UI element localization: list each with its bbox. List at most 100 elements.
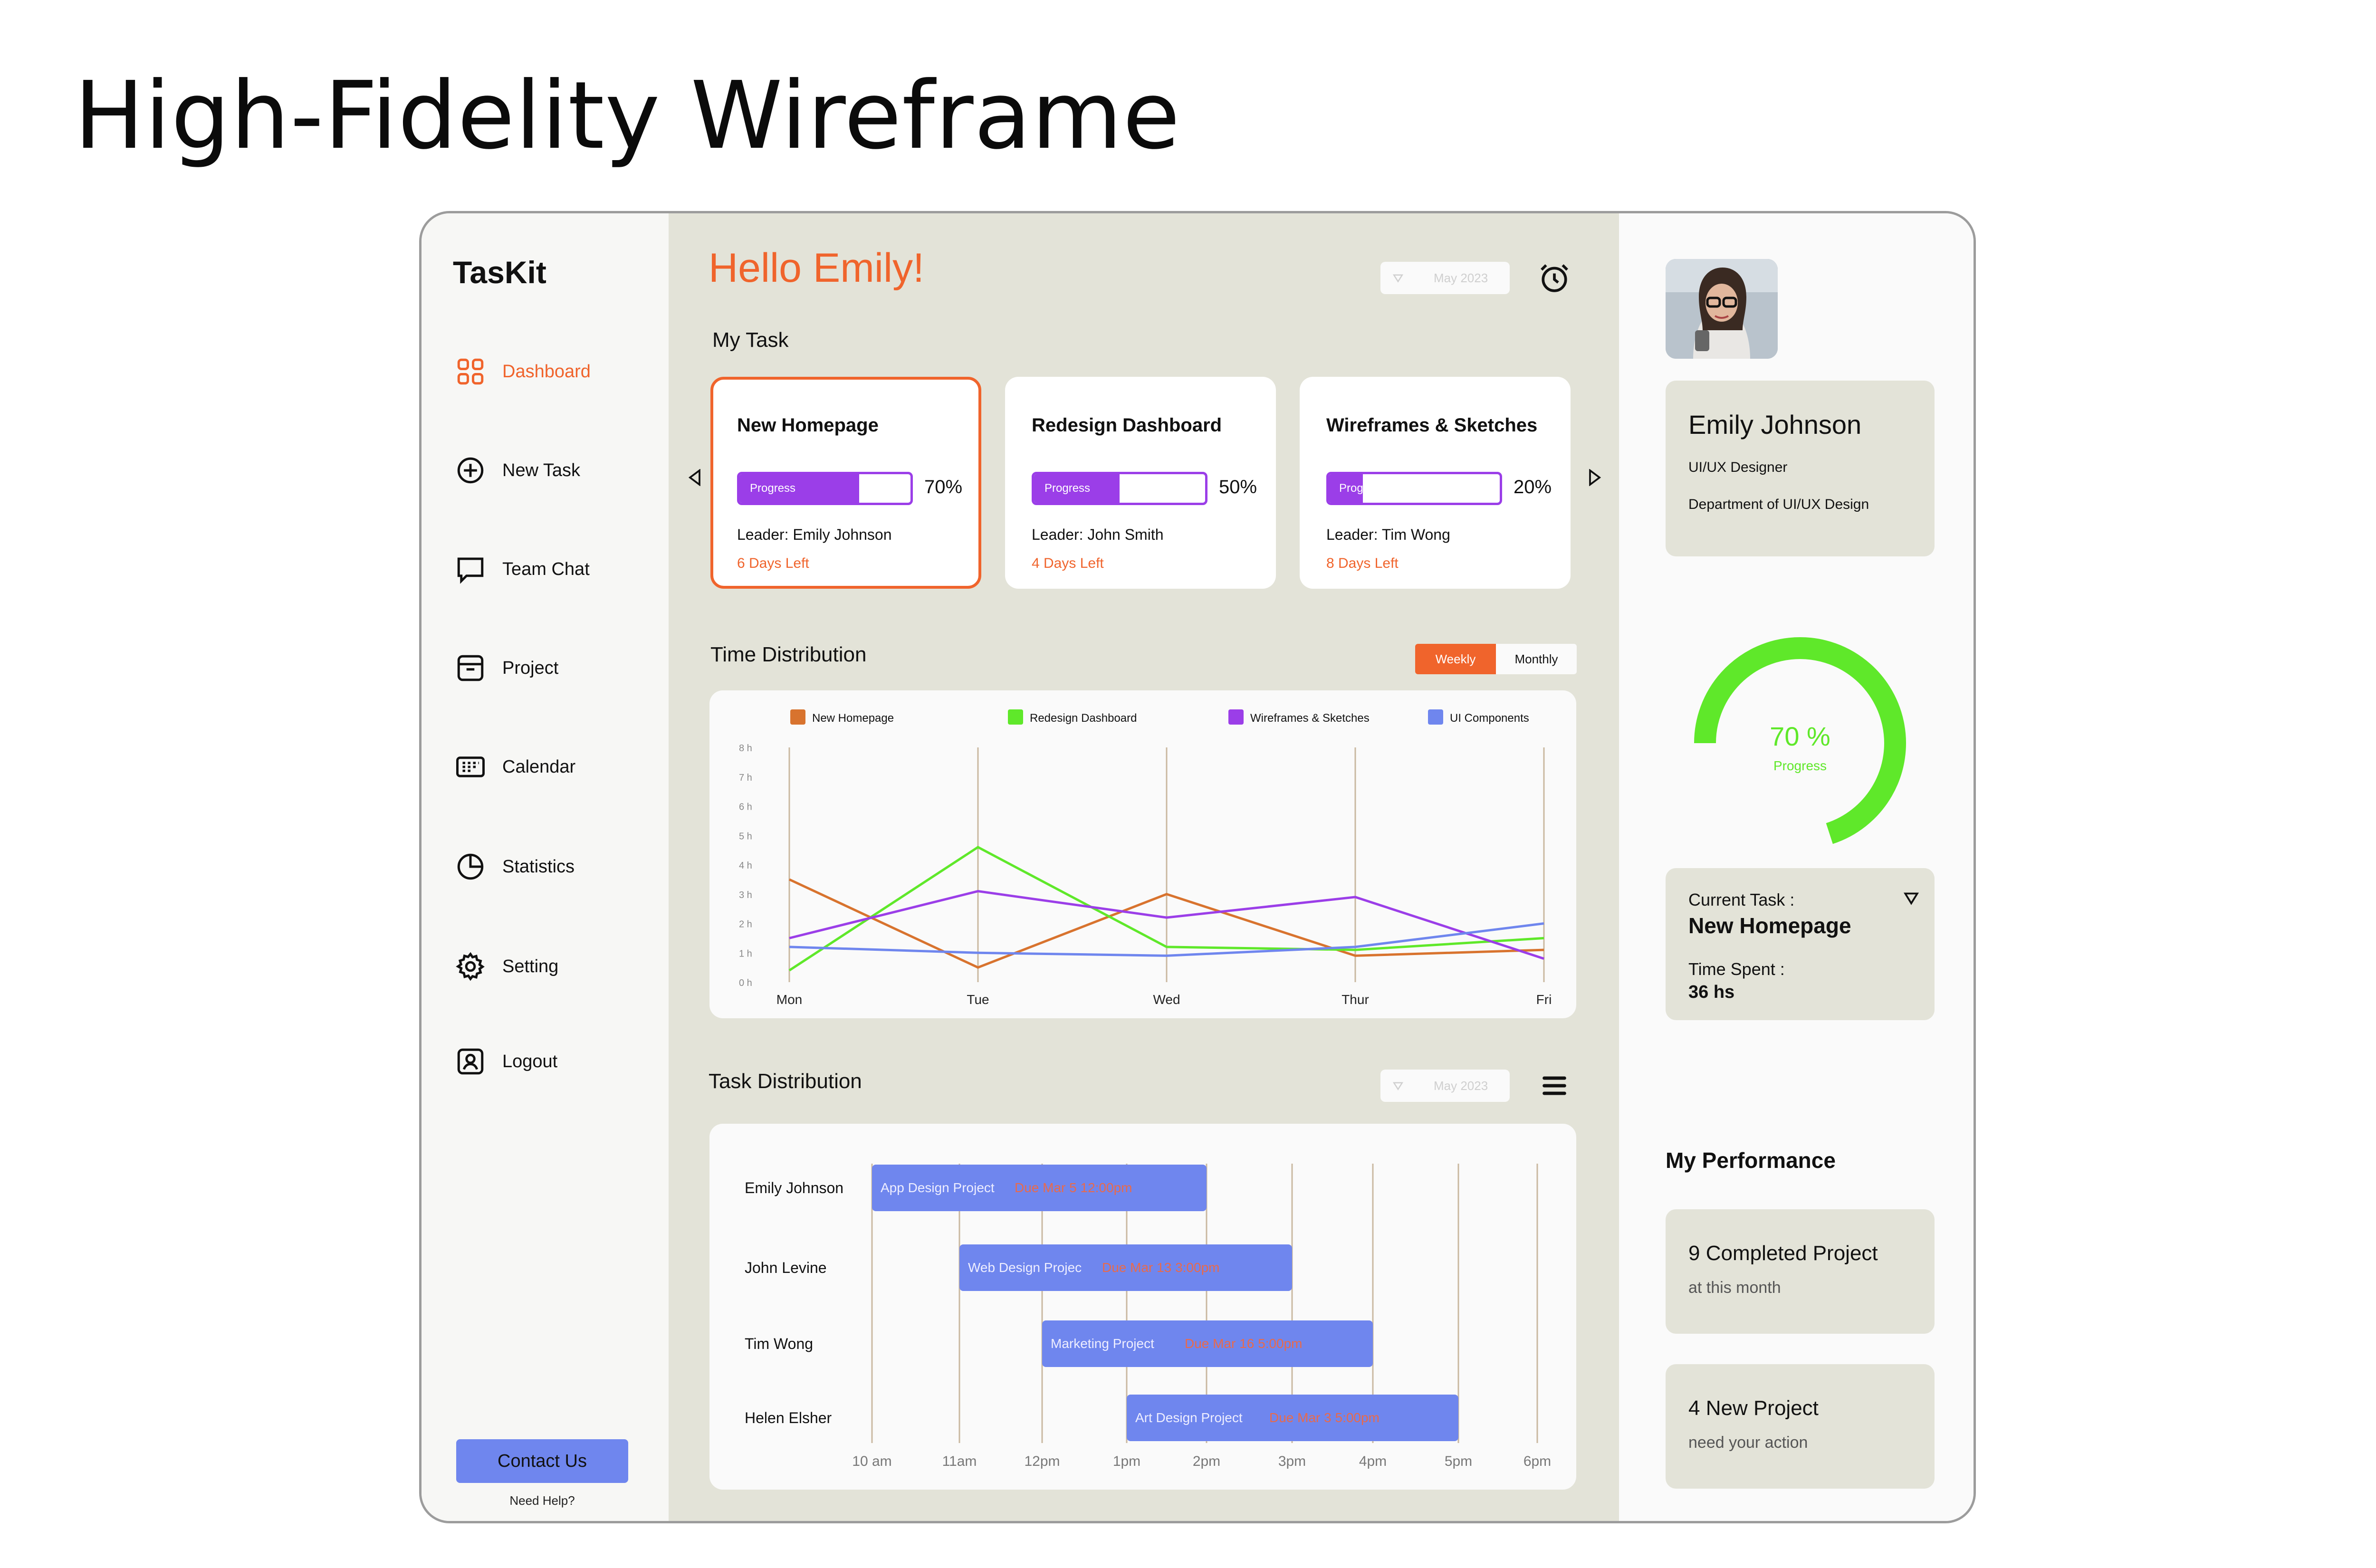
task-days-left: 6 Days Left [737,555,809,571]
date-value: May 2023 [1434,270,1488,285]
y-tick-label: 3 h [739,890,752,900]
gear-icon [456,952,485,981]
nav-team-chat[interactable]: Team Chat [455,554,590,585]
progress-percent: 50% [1219,477,1257,497]
performance-main: 9 Completed Project [1688,1242,1878,1265]
performance-card-completed[interactable]: 9 Completed Project at this month [1666,1209,1935,1334]
task-days-left: 4 Days Left [1032,555,1104,571]
chevron-down-icon [1392,274,1404,283]
progress-fill: Progress [1034,474,1120,503]
profile-role: UI/UX Designer [1688,459,1788,475]
time-label: 10 am [852,1453,891,1469]
gantt-due-date: Due Mar 3 5:00pm [1269,1410,1380,1425]
legend-swatch [1428,709,1443,725]
time-spent-value: 36 hs [1688,982,1735,1002]
task-days-left: 8 Days Left [1326,555,1399,571]
performance-title: My Performance [1666,1148,1836,1173]
main-content: Hello Emily! May 2023 My Task New Homepa… [669,213,1619,1521]
date-value: May 2023 [1434,1078,1488,1093]
time-label: 1pm [1113,1453,1140,1469]
avatar[interactable] [1666,259,1778,359]
progress-percent: 70% [924,477,963,497]
task-card-redesign-dashboard[interactable]: Redesign Dashboard Progress 50% Leader: … [1005,377,1276,589]
contact-us-button[interactable]: Contact Us [456,1439,628,1483]
time-label: 11am [942,1453,977,1469]
greeting: Hello Emily! [709,245,924,291]
gantt-person-name: Emily Johnson [745,1179,843,1196]
progress-percent: 20% [1514,477,1552,497]
nav-calendar[interactable]: Calendar [455,751,575,783]
time-label: 2pm [1193,1453,1220,1469]
performance-card-new[interactable]: 4 New Project need your action [1666,1364,1935,1489]
profile-name: Emily Johnson [1688,410,1862,440]
chevron-right-icon[interactable] [1588,469,1602,486]
app-window: TasKit Dashboard New Task Team Chat Proj… [419,211,1976,1523]
time-label: 3pm [1278,1453,1306,1469]
gantt-project-name: App Design Project [881,1180,995,1195]
y-tick-label: 7 h [739,773,752,783]
gantt-due-date: Due Mar 5 12:00pm [1015,1180,1132,1195]
time-label: 5pm [1445,1453,1472,1469]
nav-statistics[interactable]: Statistics [455,851,575,882]
alarm-clock-icon[interactable] [1536,260,1572,296]
time-label: 6pm [1523,1453,1551,1469]
progress-ring: 70 % Progress [1694,637,1906,849]
need-help-link[interactable]: Need Help? [422,1493,663,1508]
legend-label: UI Components [1450,712,1529,725]
nav-label: Project [502,658,559,678]
x-tick-label: Thur [1341,992,1369,1007]
current-task-name: New Homepage [1688,913,1851,938]
task-title: New Homepage [737,415,879,436]
gantt-chart: 10 am 11am 12pm 1pm 2pm 3pm 4pm 5pm 6pm Emily Joh… [745,1164,1551,1469]
x-tick-label: Fri [1536,992,1552,1007]
toggle-weekly[interactable]: Weekly [1415,644,1496,674]
menu-icon[interactable] [1539,1071,1570,1101]
progress-bar: Progress [737,472,913,505]
calendar-icon [456,756,485,777]
nav-logout[interactable]: Logout [455,1046,557,1077]
archive-icon [457,655,484,681]
toggle-monthly[interactable]: Monthly [1496,644,1577,674]
my-task-label: My Task [712,328,789,352]
progress-bar: Progress [1326,472,1502,505]
line-chart: 0 h 1 h 2 h 3 h 4 h 5 h 6 h 7 h 8 h Mon Tue Wed Thur… [739,709,1552,1007]
nav-project[interactable]: Project [455,652,558,684]
x-tick-label: Tue [967,992,989,1007]
chevron-down-icon [1392,1082,1404,1090]
nav-label: Calendar [502,756,576,777]
current-task-card[interactable]: Current Task : New Homepage Time Spent :… [1666,868,1935,1020]
legend-label: New Homepage [812,712,894,725]
sidebar: TasKit Dashboard New Task Team Chat Proj… [422,213,669,1521]
avatar-image [1666,259,1778,359]
gantt-person-name: John Levine [745,1259,827,1276]
gantt-due-date: Due Mar 13 3:00pm [1102,1260,1219,1275]
task-title: Redesign Dashboard [1032,415,1222,436]
nav-label: Statistics [502,856,575,877]
nav-dashboard[interactable]: Dashboard [455,356,591,387]
task-leader: Leader: Tim Wong [1326,526,1450,543]
legend-label: Redesign Dashboard [1030,712,1137,725]
task-date-picker[interactable]: May 2023 [1380,1070,1510,1102]
y-tick-label: 6 h [739,802,752,813]
gantt-person-name: Tim Wong [745,1335,813,1352]
task-card-wireframes-sketches[interactable]: Wireframes & Sketches Progress 20% Leade… [1300,377,1571,589]
date-picker[interactable]: May 2023 [1380,262,1510,294]
progress-fill: Progress [1329,474,1363,503]
gantt-project-name: Marketing Project [1051,1336,1154,1351]
nav-label: Logout [502,1051,558,1071]
chevron-down-icon[interactable] [1902,889,1920,907]
task-leader: Leader: John Smith [1032,526,1164,543]
legend-swatch [1008,709,1023,725]
chat-icon [457,557,484,584]
task-card-new-homepage[interactable]: New Homepage Progress 70% Leader: Emily … [710,377,981,589]
nav-new-task[interactable]: New Task [455,455,580,486]
page-title: High-Fidelity Wireframe [74,62,1181,170]
legend-swatch [1228,709,1244,725]
gantt-due-date: Due Mar 16 5:00pm [1185,1336,1302,1351]
task-title: Wireframes & Sketches [1326,415,1538,436]
ring-percent: 70 % [1770,721,1830,751]
task-distribution-label: Task Distribution [709,1070,862,1093]
nav-setting[interactable]: Setting [455,951,558,982]
profile-department: Department of UI/UX Design [1688,497,1869,512]
chevron-left-icon[interactable] [688,469,702,486]
